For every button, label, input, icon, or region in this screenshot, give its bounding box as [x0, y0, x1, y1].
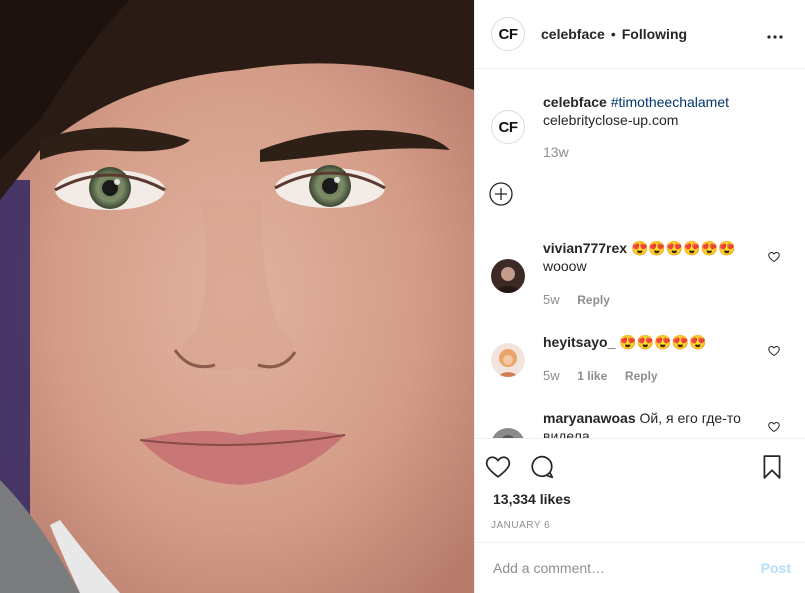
comment-meta: 5w Reply: [543, 292, 624, 307]
post-date[interactable]: JANUARY 6: [491, 520, 550, 531]
caption-body: celebrityclose-up.com: [543, 112, 679, 128]
more-horizontal-icon[interactable]: [767, 24, 783, 42]
add-comment-bar: Post: [475, 542, 805, 593]
comment-body: vivian777rex 😍😍😍😍😍😍 wooow: [543, 239, 783, 275]
comment-time[interactable]: 5w: [543, 292, 560, 307]
comment-body: maryanawoas Ой, я его где-то видела: [543, 409, 753, 438]
caption-hashtag[interactable]: #timotheechalamet: [611, 94, 729, 110]
likes-count[interactable]: 13,334 likes: [493, 491, 571, 507]
commenter-avatar[interactable]: [491, 428, 525, 438]
heart-icon[interactable]: [768, 344, 780, 357]
comment-icon[interactable]: [529, 454, 555, 480]
commenter-avatar[interactable]: [491, 259, 525, 293]
caption-avatar[interactable]: CF: [491, 110, 525, 144]
comment-body: heyitsayo_ 😍😍😍😍😍: [543, 333, 783, 351]
post-button[interactable]: Post: [761, 560, 791, 576]
commenter-avatar[interactable]: [491, 343, 525, 377]
following-button[interactable]: Following: [622, 26, 687, 42]
comment-username[interactable]: vivian777rex: [543, 240, 627, 256]
post-header: CF celebface • Following: [475, 0, 805, 69]
heart-icon[interactable]: [768, 420, 780, 433]
portrait-image: [0, 0, 474, 593]
reply-button[interactable]: Reply: [577, 293, 610, 307]
comment-likes[interactable]: 1 like: [577, 369, 607, 383]
reply-button[interactable]: Reply: [625, 369, 658, 383]
plus-circle-icon[interactable]: [489, 182, 513, 206]
heart-icon[interactable]: [485, 454, 511, 480]
author-avatar[interactable]: CF: [491, 17, 525, 51]
header-separator: •: [610, 26, 616, 42]
post-actions: 13,334 likes JANUARY 6: [475, 438, 805, 542]
post-side-panel: CF celebface • Following CF celebface #t…: [474, 0, 805, 593]
comment-emoji: 😍😍😍😍😍: [619, 334, 707, 350]
comment-username[interactable]: heyitsayo_: [543, 334, 615, 350]
caption-time[interactable]: 13w: [543, 144, 569, 160]
comment-meta: 5w 1 like Reply: [543, 368, 672, 383]
comment-input[interactable]: [493, 560, 761, 576]
comment-text: wooow: [543, 258, 587, 274]
comment-emoji: 😍😍😍😍😍😍: [630, 240, 736, 256]
heart-icon[interactable]: [768, 250, 780, 263]
caption-username[interactable]: celebface: [543, 94, 607, 110]
post-photo[interactable]: [0, 0, 474, 593]
bookmark-icon[interactable]: [759, 454, 785, 480]
caption-text: celebface #timotheechalamet celebrityclo…: [543, 93, 803, 129]
comment-time[interactable]: 5w: [543, 368, 560, 383]
comments-list[interactable]: CF celebface #timotheechalamet celebrity…: [475, 69, 805, 438]
author-username[interactable]: celebface: [541, 26, 605, 42]
comment-username[interactable]: maryanawoas: [543, 410, 636, 426]
